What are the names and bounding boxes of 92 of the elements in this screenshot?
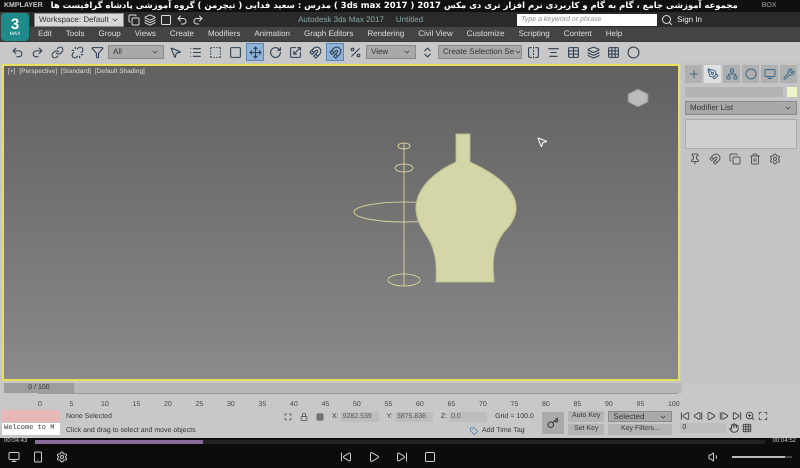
- selection-filter-dropdown[interactable]: All: [108, 45, 164, 59]
- toolbar-button[interactable]: [326, 43, 344, 61]
- monitor-icon: [764, 68, 776, 80]
- cursor-icon: [536, 136, 548, 148]
- sign-in-link[interactable]: Sign In: [677, 14, 702, 26]
- listener-field[interactable]: [2, 410, 60, 422]
- go-to-end-icon[interactable]: [732, 411, 742, 421]
- menu-item[interactable]: Create: [170, 28, 194, 40]
- next-frame-icon[interactable]: [719, 411, 730, 421]
- settings-icon[interactable]: [56, 450, 68, 462]
- menu-item[interactable]: Modifiers: [208, 28, 240, 40]
- redo-icon: [30, 46, 44, 58]
- play-icon[interactable]: [368, 450, 380, 462]
- pointer-icon: [168, 46, 182, 58]
- seek-fill[interactable]: [35, 440, 204, 444]
- menu-item[interactable]: Group: [98, 28, 121, 40]
- panel-tab[interactable]: [723, 65, 740, 83]
- magnet-icon: [308, 46, 322, 58]
- menu-item[interactable]: Tools: [66, 28, 84, 40]
- square-icon: [228, 46, 242, 58]
- toolbar-button[interactable]: [246, 43, 264, 61]
- panel-tab[interactable]: [704, 65, 721, 83]
- lock-icon[interactable]: [300, 413, 308, 421]
- previous-frame-icon[interactable]: [693, 411, 704, 421]
- redo-icon[interactable]: [192, 14, 204, 26]
- link-icon: [50, 46, 64, 58]
- menu-item[interactable]: Customize: [466, 28, 505, 40]
- menu-item[interactable]: Content: [564, 28, 592, 40]
- configure-icon[interactable]: [769, 153, 781, 165]
- volume-icon[interactable]: [708, 450, 720, 462]
- unlink-icon: [70, 46, 84, 58]
- play-icon[interactable]: [706, 411, 716, 421]
- zoom-extents-icon[interactable]: [758, 411, 768, 421]
- menu-item[interactable]: Views: [134, 28, 156, 40]
- panel-tab[interactable]: [780, 65, 797, 83]
- circle-icon: [626, 46, 640, 58]
- previous-icon[interactable]: [340, 450, 352, 462]
- logo-number: 3: [10, 17, 20, 32]
- undo-icon: [10, 46, 24, 58]
- color-swatch[interactable]: [787, 87, 797, 97]
- menu-item[interactable]: Graph Editors: [304, 28, 354, 40]
- rotate-icon: [268, 46, 282, 58]
- list-icon: [188, 46, 202, 58]
- undo-icon[interactable]: [176, 14, 188, 26]
- set-key-button[interactable]: [542, 412, 564, 434]
- caret-icon: [403, 48, 411, 56]
- menu-item[interactable]: Help: [606, 28, 622, 40]
- workspace-dropdown[interactable]: Workspace: Default: [34, 12, 124, 26]
- next-icon[interactable]: [396, 450, 408, 462]
- pen-icon: [706, 68, 718, 80]
- key-mode-dropdown[interactable]: Selected: [608, 411, 672, 422]
- wrench-icon: [782, 68, 794, 80]
- table-icon: [566, 46, 580, 58]
- phone-icon[interactable]: [32, 450, 44, 462]
- trash-icon[interactable]: [749, 153, 761, 165]
- move-icon: [248, 46, 262, 58]
- layers-icon: [586, 46, 600, 58]
- menu-item[interactable]: Scripting: [518, 28, 550, 40]
- caret-icon: [151, 48, 159, 56]
- menu-item[interactable]: Animation: [254, 28, 290, 40]
- document-title: Untitled: [396, 14, 424, 26]
- magnet-icon: [328, 46, 342, 58]
- menu-item[interactable]: Edit: [38, 28, 52, 40]
- align-icon: [546, 46, 560, 58]
- grid-icon: [606, 46, 620, 58]
- hierarchy-icon: [726, 68, 738, 80]
- plus-icon: [688, 68, 700, 80]
- circle-icon: [744, 68, 756, 80]
- stop-icon[interactable]: [424, 450, 436, 462]
- go-to-start-icon[interactable]: [680, 411, 690, 421]
- selection-set-dropdown[interactable]: Create Selection Se: [438, 45, 522, 59]
- caret-icon: [784, 104, 792, 112]
- caret-icon: [514, 48, 522, 56]
- key-icon: [547, 417, 559, 429]
- percent-icon: [348, 46, 362, 58]
- menu-item[interactable]: Civil View: [418, 28, 453, 40]
- panel-tab[interactable]: [742, 65, 759, 83]
- scale-icon: [288, 46, 302, 58]
- modifier-list-dropdown[interactable]: Modifier List: [685, 101, 797, 115]
- dashed-square-icon: [208, 46, 222, 58]
- filter-icon: [90, 46, 104, 58]
- menu-item[interactable]: Rendering: [367, 28, 404, 40]
- app-title: Autodesk 3ds Max 2017: [298, 14, 384, 26]
- coordinate-dropdown[interactable]: View: [366, 45, 416, 59]
- pan-icon[interactable]: [729, 423, 740, 433]
- pin-icon[interactable]: [689, 153, 701, 165]
- panel-tab[interactable]: [685, 65, 702, 83]
- copy-icon[interactable]: [729, 153, 741, 165]
- zoom-icon[interactable]: [745, 411, 756, 421]
- panel-tab[interactable]: [761, 65, 778, 83]
- mirror-icon: [526, 46, 540, 58]
- tag-icon: [470, 427, 478, 435]
